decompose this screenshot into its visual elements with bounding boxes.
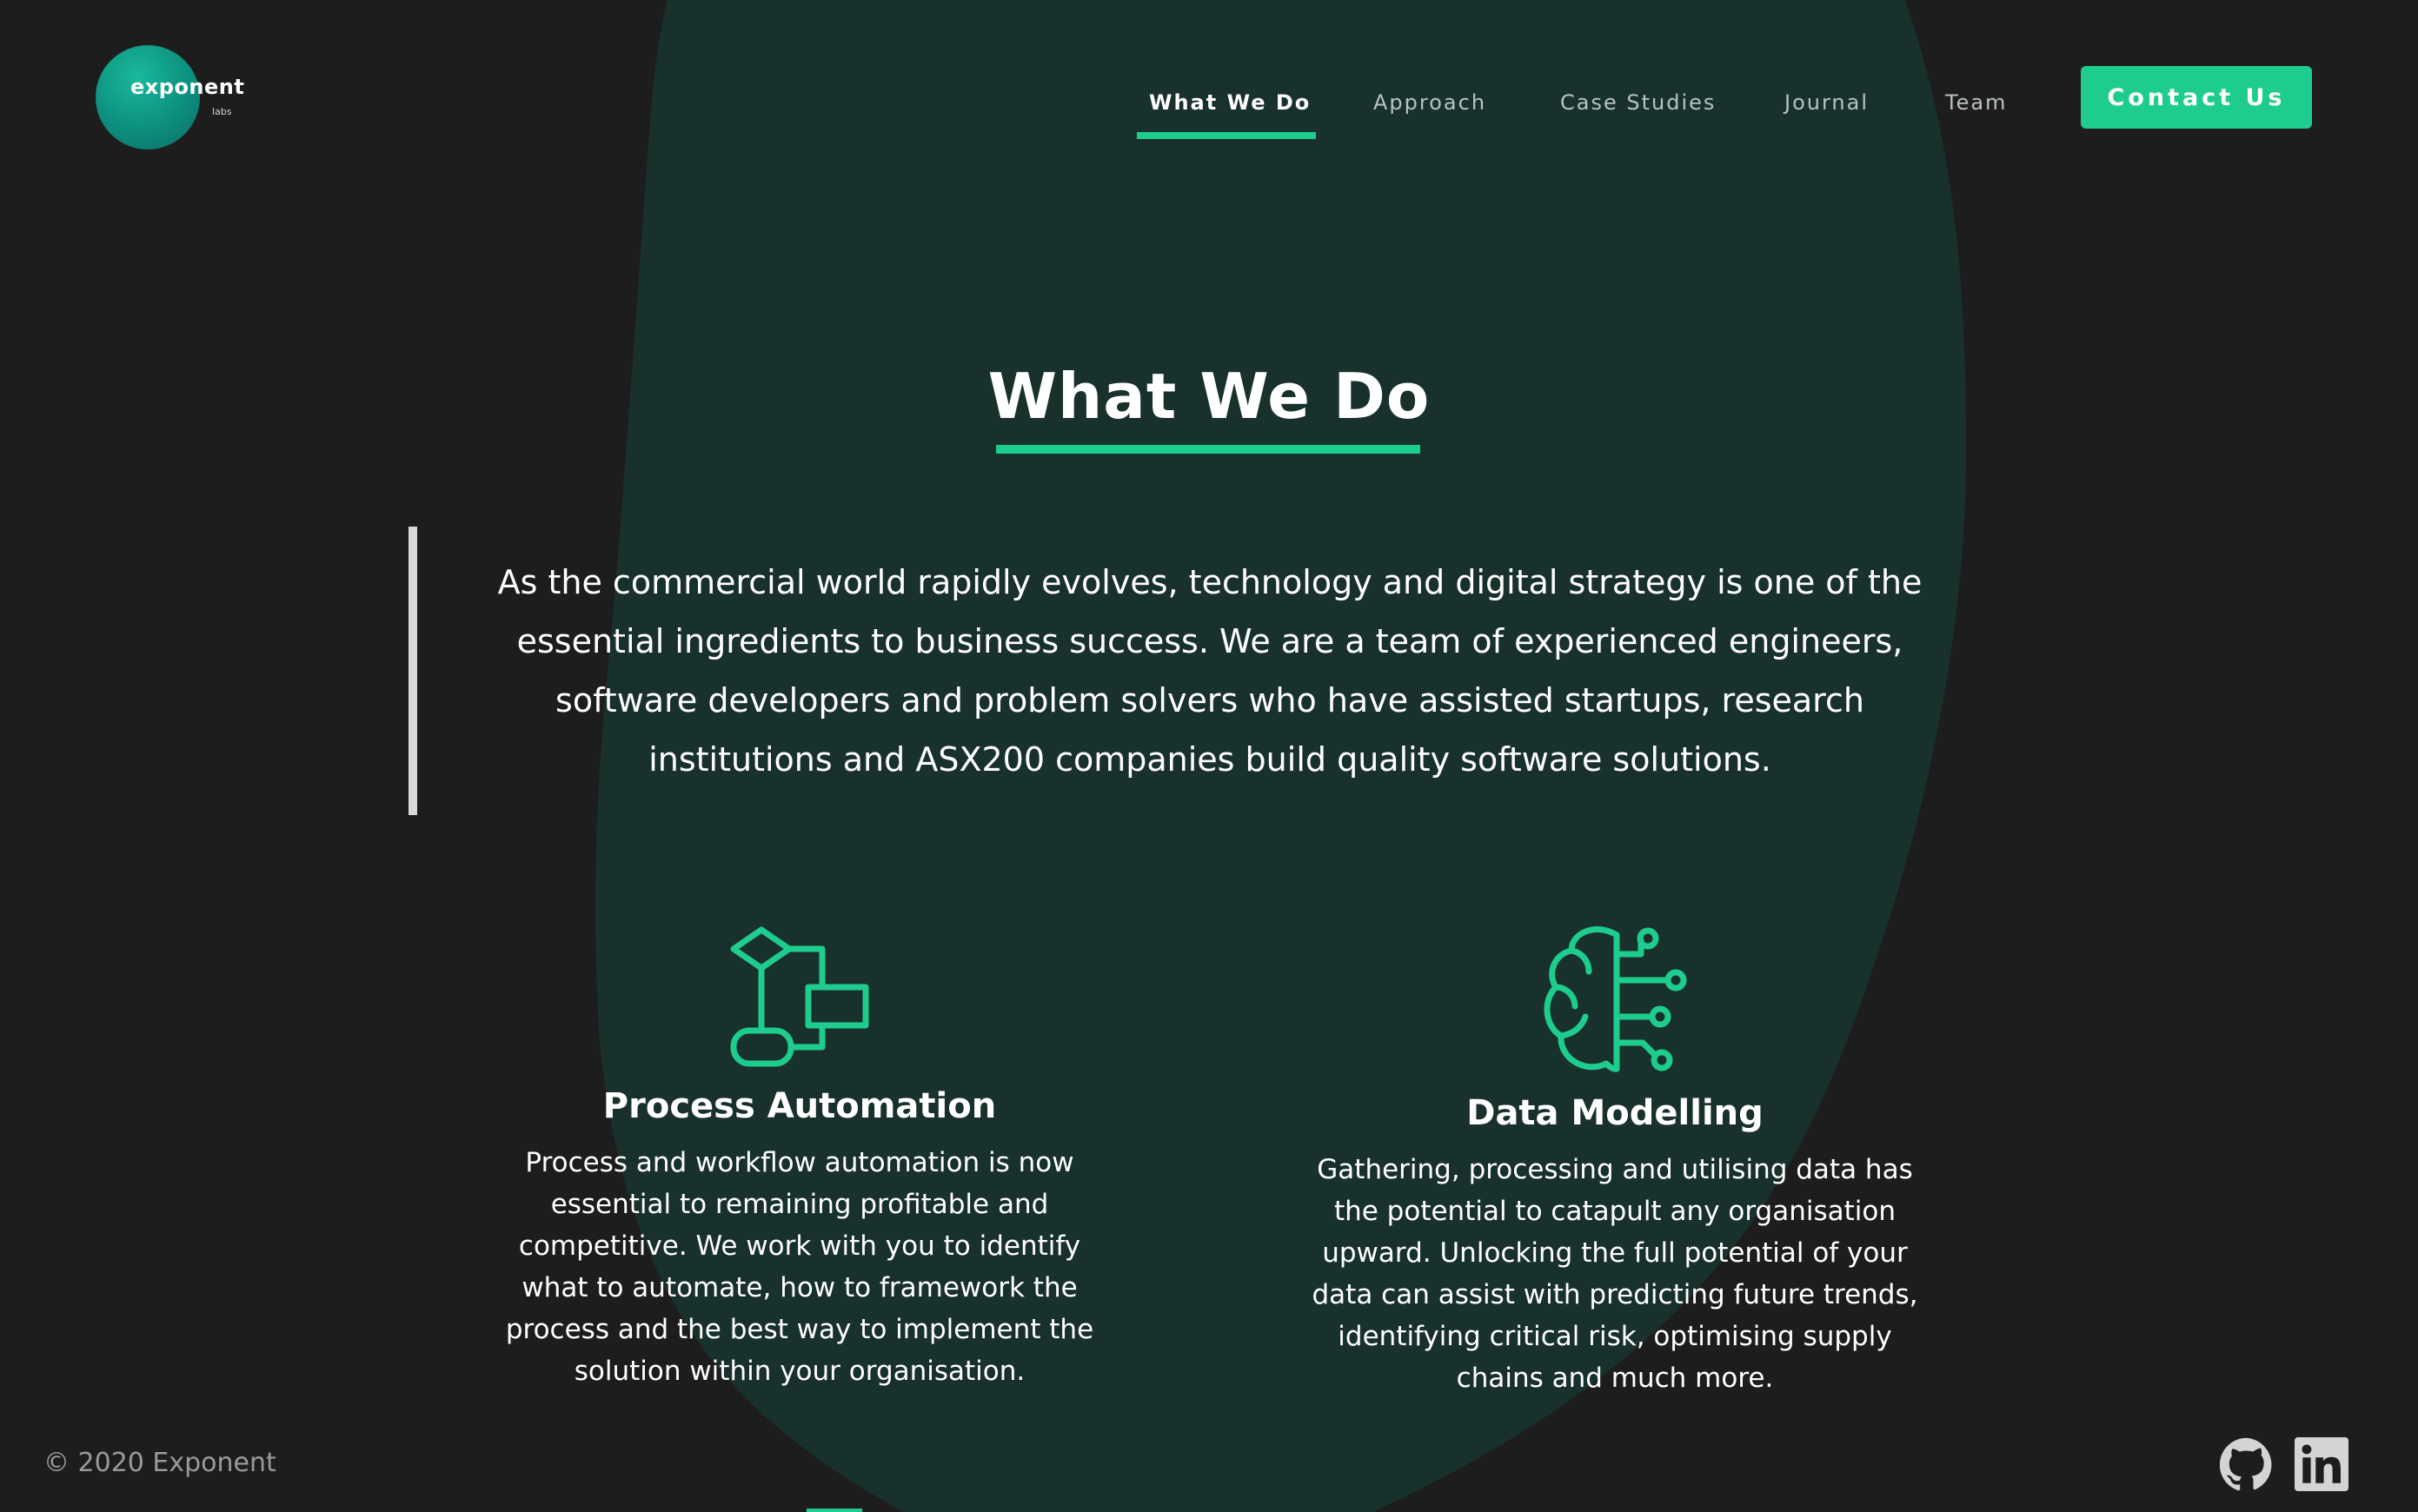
contact-us-button[interactable]: Contact Us [2081,66,2312,129]
service-card-process-automation: Process Automation Process and workflow … [487,921,1113,1392]
logo-wordmark: exponent [130,75,245,99]
linkedin-icon[interactable] [2295,1437,2348,1491]
github-icon[interactable] [2220,1437,2274,1491]
service-title: Data Modelling [1466,1093,1764,1133]
nav-active-indicator [1137,132,1316,139]
footer-copyright: © 2020 Exponent [43,1448,276,1478]
page-title: What We Do [987,360,1431,433]
nav-journal[interactable]: Journal [1784,90,1869,115]
flowchart-icon [730,926,869,1067]
quote-bar [409,527,417,815]
nav-case-studies[interactable]: Case Studies [1560,90,1716,115]
brain-circuit-icon [1544,926,1687,1072]
intro-paragraph: As the commercial world rapidly evolves,… [497,563,1923,779]
nav-team[interactable]: Team [1945,90,2007,115]
service-title: Process Automation [602,1086,997,1126]
nav-approach[interactable]: Approach [1373,90,1486,115]
nav-what-we-do[interactable]: What We Do [1149,90,1311,115]
scroll-indicator [807,1509,862,1512]
title-underline [996,445,1420,454]
logo-subtitle: labs [212,106,232,117]
service-description: Process and workflow automation is now e… [505,1147,1094,1387]
service-card-data-modelling: Data Modelling Gathering, processing and… [1300,921,1930,1399]
service-description: Gathering, processing and utilising data… [1312,1154,1918,1394]
